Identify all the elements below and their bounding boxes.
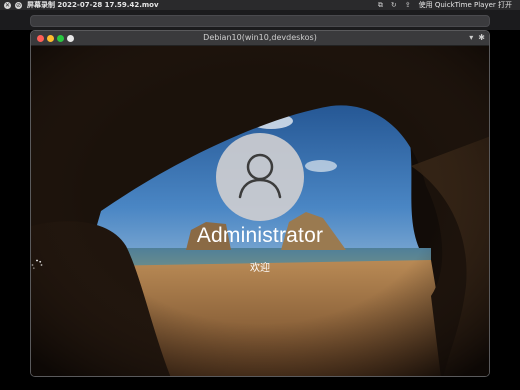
user-silhouette-icon	[238, 153, 282, 199]
vm-title: Debian10(win10,devdeskos)	[203, 33, 317, 42]
close-icon[interactable]: ✕	[4, 1, 11, 9]
stop-icon[interactable]: ⊘	[15, 1, 22, 9]
pip-icon[interactable]: ⧉	[378, 0, 383, 10]
quicktime-title-bar: ✕ ⊘ 屏幕录制 2022-07-28 17.59.42.mov ⧉ ↻ ⇪ 使…	[0, 0, 520, 10]
quicktime-scrubber-area	[0, 10, 520, 30]
gear-icon[interactable]: ✱	[478, 33, 485, 42]
quicktime-toolbar: ⧉ ↻ ⇪ 使用 QuickTime Player 打开	[378, 0, 512, 10]
scrubber-bar[interactable]	[30, 15, 490, 27]
vm-controls: ▾ ✱	[469, 33, 485, 42]
share-icon[interactable]: ⇪	[405, 0, 411, 10]
vm-window: Debian10(win10,devdeskos) ▾ ✱ Administra…	[30, 30, 490, 377]
dropdown-icon[interactable]: ▾	[469, 33, 473, 42]
open-with-quicktime-button[interactable]: 使用 QuickTime Player 打开	[419, 0, 512, 10]
welcome-text: 欢迎	[250, 263, 270, 274]
windows-login-screen: Administrator 欢迎	[31, 46, 489, 376]
vm-title-bar: Debian10(win10,devdeskos) ▾ ✱	[31, 31, 489, 46]
login-status: 欢迎	[31, 259, 489, 274]
file-title: 屏幕录制 2022-07-28 17.59.42.mov	[27, 1, 159, 9]
rotate-icon[interactable]: ↻	[391, 0, 397, 10]
user-avatar	[216, 133, 304, 221]
loading-spinner-icon	[31, 259, 43, 270]
username-label: Administrator	[196, 224, 324, 247]
